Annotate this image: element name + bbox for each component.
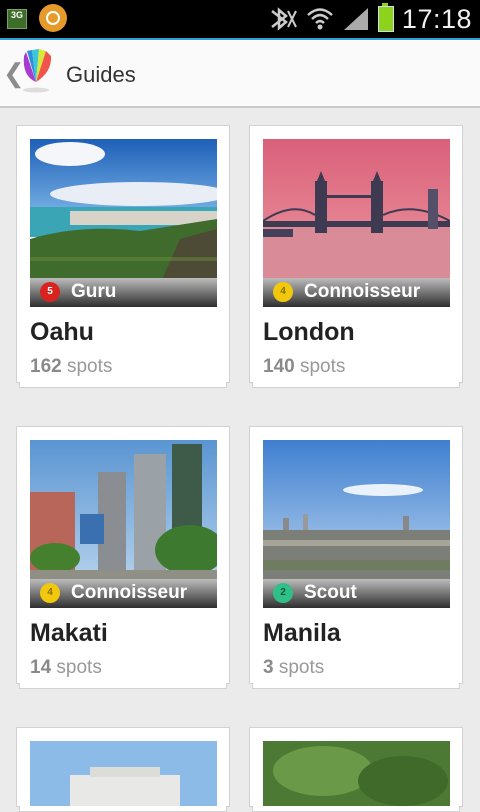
guide-badge-label: Connoisseur xyxy=(71,582,188,603)
guide-photo-london: 4 Connoisseur xyxy=(263,139,450,307)
connoisseur-badge-icon: 4 xyxy=(273,282,293,302)
connoisseur-badge-icon: 4 xyxy=(40,583,60,603)
signal-strength-icon xyxy=(343,8,368,30)
status-bar: 3G 17:18 xyxy=(0,0,480,40)
guide-spot-count: 14 spots xyxy=(30,657,102,678)
guide-card-london[interactable]: 4 Connoisseur London 140 spots xyxy=(249,125,463,388)
app-logo-balloon-icon[interactable] xyxy=(20,48,56,94)
guide-photo-partial-left xyxy=(30,741,217,808)
guide-photo-oahu: 5 Guru xyxy=(30,139,217,307)
guide-card-partial-left[interactable] xyxy=(16,727,230,812)
guide-city-name: Makati xyxy=(30,619,108,647)
guide-card-oahu[interactable]: 5 Guru Oahu 162 spots xyxy=(16,125,230,388)
status-time: 17:18 xyxy=(401,3,472,34)
action-bar: ❮ Guides xyxy=(0,40,480,108)
guide-spot-count: 3 spots xyxy=(263,657,325,678)
guide-city-name: Manila xyxy=(263,619,341,647)
bluetooth-off-icon xyxy=(271,7,297,31)
guide-badge-label: Connoisseur xyxy=(304,281,421,302)
battery-icon xyxy=(377,3,394,32)
network-3g-icon: 3G xyxy=(7,9,27,29)
guide-badge-label: Guru xyxy=(71,281,117,302)
guide-city-name: Oahu xyxy=(30,318,94,346)
wifi-icon xyxy=(307,8,333,30)
app-notification-icon xyxy=(39,4,67,32)
guide-card-partial-right[interactable] xyxy=(249,727,463,812)
guide-photo-manila: 2 Scout xyxy=(263,440,450,608)
page-title: Guides xyxy=(66,62,136,87)
scout-badge-icon: 2 xyxy=(273,583,293,603)
guru-badge-icon: 5 xyxy=(40,282,60,302)
guide-card-makati[interactable]: 4 Connoisseur Makati 14 spots xyxy=(16,426,230,689)
guide-spot-count: 162 spots xyxy=(30,356,113,377)
guide-photo-makati: 4 Connoisseur xyxy=(30,440,217,608)
guide-city-name: London xyxy=(263,318,355,346)
guide-badge-label: Scout xyxy=(304,582,357,603)
guide-card-manila[interactable]: 2 Scout Manila 3 spots xyxy=(249,426,463,689)
guide-photo-partial-right xyxy=(263,741,450,808)
guide-spot-count: 140 spots xyxy=(263,356,346,377)
